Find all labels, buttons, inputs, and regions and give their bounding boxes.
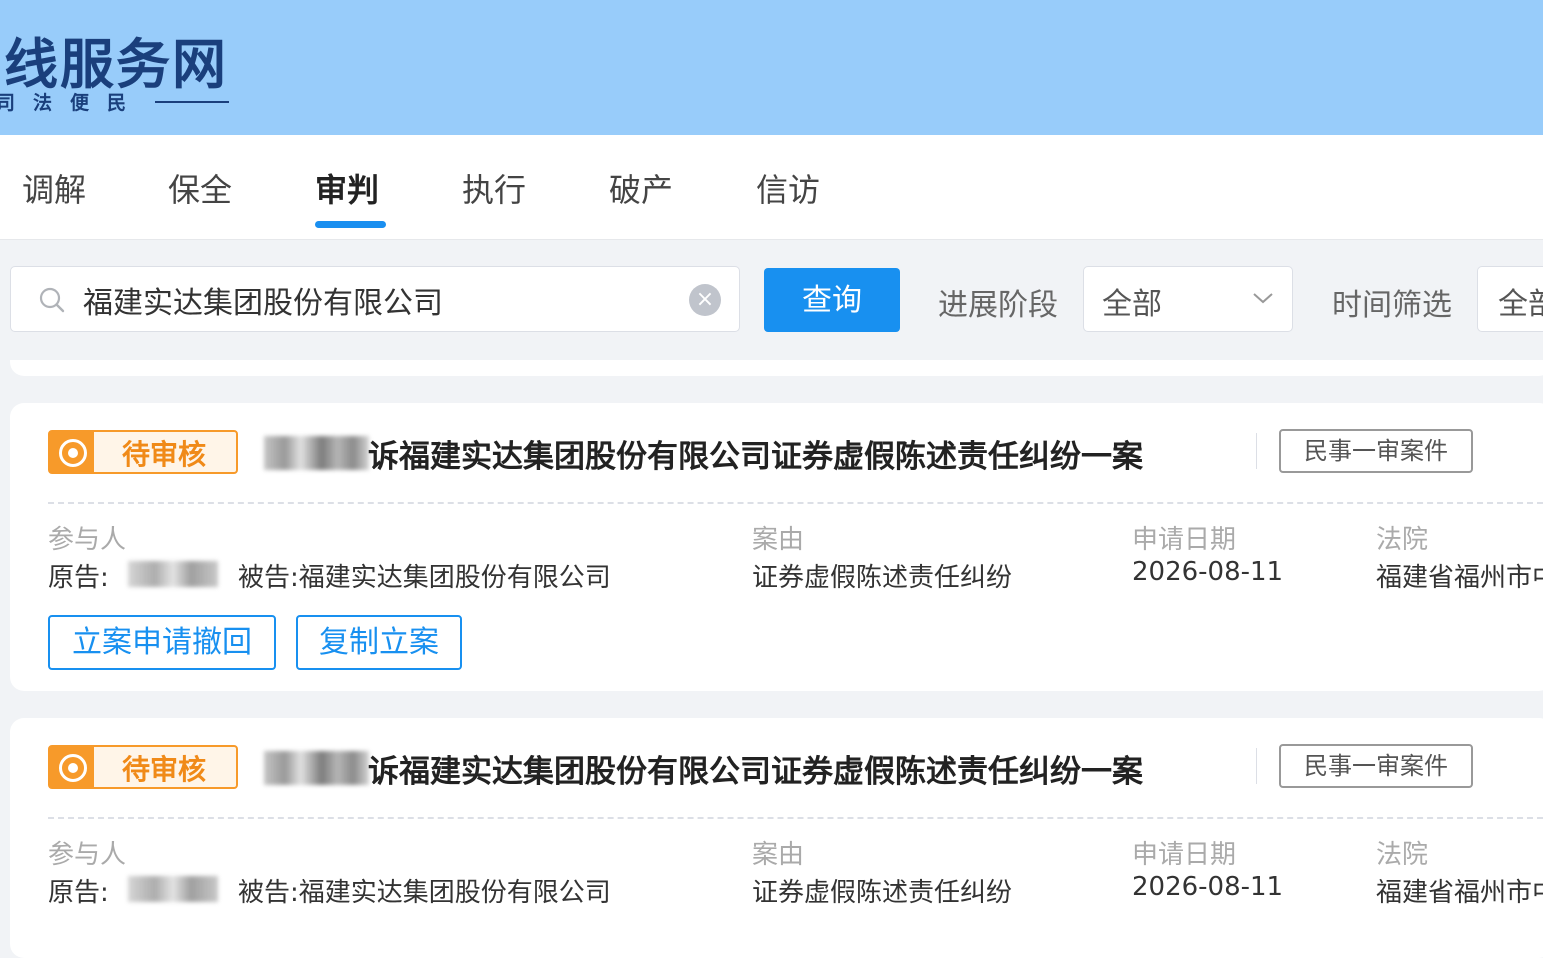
case-card: 待审核 诉福建实达集团股份有限公司证券虚假陈述责任纠纷一案 民事一审案件 参与人… [10,403,1543,691]
participants-label: 参与人 [48,525,127,555]
case-card: 待审核 诉福建实达集团股份有限公司证券虚假陈述责任纠纷一案 民事一审案件 参与人… [10,718,1543,958]
plaintiff-label: 原告: [48,878,109,908]
tab-preservation[interactable]: 保全 [168,165,232,211]
cause-label: 案由 [752,840,805,870]
site-header: 线服务网 司法便民 [0,0,1543,135]
tab-mediation[interactable]: 调解 [22,165,86,211]
pending-icon [59,754,87,782]
court-label: 法院 [1376,525,1429,555]
site-logo-subtitle: 司法便民 [0,92,145,114]
time-select[interactable]: 全部 [1477,266,1543,332]
title-divider [1256,748,1257,784]
stage-filter-label: 进展阶段 [938,288,1058,323]
withdraw-filing-button[interactable]: 立案申请撤回 [48,615,276,670]
dashed-divider [48,502,1543,504]
pending-icon [59,439,87,467]
logo-divider [155,101,229,103]
date-label: 申请日期 [1132,525,1237,555]
date-value: 2026-08-11 [1132,872,1284,902]
active-tab-indicator [315,221,386,228]
date-label: 申请日期 [1132,840,1237,870]
defendant-text: 被告:福建实达集团股份有限公司 [238,878,611,908]
cause-label: 案由 [752,525,805,555]
court-value: 福建省福州市中 [1376,878,1543,908]
redacted-name [264,751,369,785]
dashed-divider [48,817,1543,819]
search-box: × [10,266,740,332]
time-filter-label: 时间筛选 [1332,288,1452,323]
tab-bankruptcy[interactable]: 破产 [609,165,673,211]
title-divider [1256,433,1257,469]
category-tabs: 调解 保全 审判 执行 破产 信访 [0,135,1543,240]
chevron-down-icon [1253,293,1273,304]
case-title[interactable]: 诉福建实达集团股份有限公司证券虚假陈述责任纠纷一案 [368,431,1143,476]
case-title[interactable]: 诉福建实达集团股份有限公司证券虚假陈述责任纠纷一案 [368,746,1143,791]
tab-trial[interactable]: 审判 [315,165,379,211]
redacted-name [264,436,369,470]
tab-execution[interactable]: 执行 [462,165,526,211]
search-icon [39,287,65,313]
clear-icon[interactable]: × [689,284,721,316]
previous-card-edge [10,360,1543,376]
status-badge: 待审核 [48,745,238,789]
status-text: 待审核 [122,438,207,471]
participants-label: 参与人 [48,840,127,870]
case-type-tag: 民事一审案件 [1279,429,1473,473]
cause-value: 证券虚假陈述责任纠纷 [752,878,1013,908]
time-select-value: 全部 [1498,287,1543,322]
search-input[interactable] [81,275,675,325]
plaintiff-label: 原告: [48,563,109,593]
stage-select[interactable]: 全部 [1083,266,1293,332]
copy-filing-button[interactable]: 复制立案 [296,615,462,670]
stage-select-value: 全部 [1102,287,1162,322]
case-type-tag: 民事一审案件 [1279,744,1473,788]
cause-value: 证券虚假陈述责任纠纷 [752,563,1013,593]
query-button[interactable]: 查询 [764,268,900,332]
redacted-plaintiff [128,561,218,587]
status-text: 待审核 [122,753,207,786]
date-value: 2026-08-11 [1132,557,1284,587]
status-badge: 待审核 [48,430,238,474]
tab-petition[interactable]: 信访 [756,165,820,211]
court-label: 法院 [1376,840,1429,870]
redacted-plaintiff [128,876,218,902]
court-value: 福建省福州市中 [1376,563,1543,593]
defendant-text: 被告:福建实达集团股份有限公司 [238,563,611,593]
